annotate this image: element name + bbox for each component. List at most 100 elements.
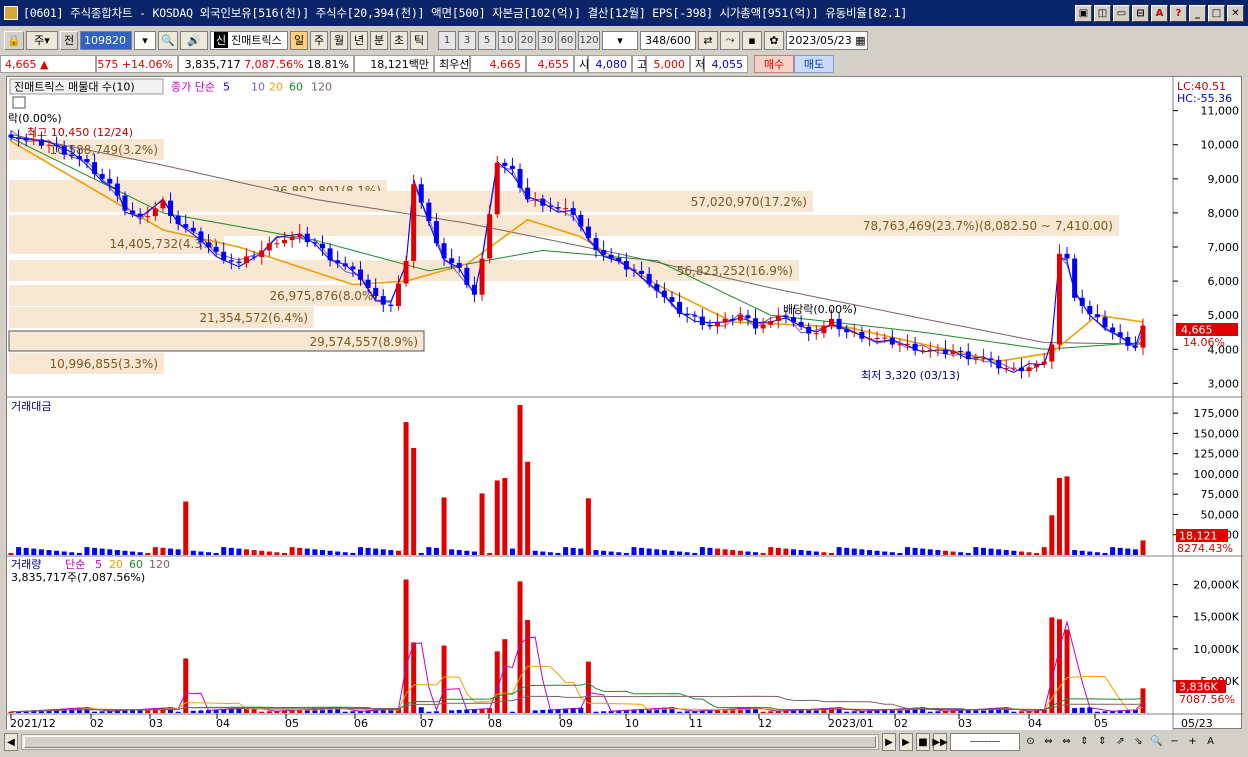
interval-5[interactable]: 5 xyxy=(478,30,496,50)
interval-select[interactable]: ▾ xyxy=(602,30,638,50)
month-label: 2021/12 xyxy=(10,717,56,730)
amount-bar xyxy=(806,550,812,555)
buy-button[interactable]: 매수 xyxy=(754,55,794,73)
volume-bar xyxy=(1140,688,1146,713)
fast-forward-icon[interactable]: ▶▶ xyxy=(932,733,948,751)
candle-body xyxy=(616,257,622,261)
tool-c-icon[interactable]: ⇕ xyxy=(1077,734,1092,750)
scroll-thumb[interactable] xyxy=(24,736,876,748)
count-field[interactable]: 348/600 xyxy=(640,30,696,50)
maximize-button[interactable]: □ xyxy=(1208,4,1225,22)
period-minute-tab[interactable]: 분 xyxy=(370,30,388,50)
minimize-panel-icon[interactable]: ⊟ xyxy=(1132,4,1149,22)
candle-body xyxy=(874,338,880,340)
code-dropdown-icon[interactable]: ▾ xyxy=(134,30,156,50)
month-label: 2023/01 xyxy=(828,717,874,730)
date-input[interactable]: 2023/05/23 ▦ xyxy=(786,30,868,50)
period-tick-tab[interactable]: 틱 xyxy=(410,30,428,50)
amount-bar xyxy=(8,552,14,555)
speaker-icon[interactable]: 🔊 xyxy=(180,30,208,50)
amount-bar xyxy=(699,547,705,555)
amount-bar xyxy=(137,552,143,555)
font-size-icon[interactable]: A xyxy=(1203,734,1218,750)
close-button[interactable]: ✕ xyxy=(1227,4,1244,22)
interval-120[interactable]: 120 xyxy=(578,30,600,50)
volume-bar xyxy=(935,711,941,713)
tool-e-icon[interactable]: ⇗ xyxy=(1113,734,1128,750)
interval-3[interactable]: 3 xyxy=(458,30,476,50)
volume-profile-label: 10,996,855(3.3%) xyxy=(49,357,158,371)
speed-slider[interactable]: ┄┄┄┄┄ xyxy=(950,733,1020,751)
amount-bar xyxy=(38,549,44,555)
stop-icon[interactable]: ■ xyxy=(916,733,930,751)
amount-axis-label: 50,000 xyxy=(1201,508,1240,521)
candle-body xyxy=(768,320,774,325)
settings-icon[interactable]: ✿ xyxy=(764,30,784,50)
period-week-tab[interactable]: 주 xyxy=(310,30,328,50)
search-icon[interactable]: 🔍 xyxy=(158,30,178,50)
refresh-icon[interactable]: ⇄ xyxy=(698,30,718,50)
chart-svg[interactable]: 10,588,749(3.2%)26,892,801(8.1%)57,020,9… xyxy=(7,77,1243,730)
zoom-out-icon[interactable]: − xyxy=(1167,734,1182,750)
play-icon[interactable]: ▶ xyxy=(899,733,913,751)
scroll-left-icon[interactable]: ◀ xyxy=(4,733,18,751)
candle-body xyxy=(342,263,348,267)
candle-body xyxy=(654,284,660,291)
candle-body xyxy=(912,343,918,351)
interval-60[interactable]: 60 xyxy=(558,30,576,50)
volume-current-pct: 7087.56% xyxy=(1179,693,1235,706)
save-icon[interactable]: ▪ xyxy=(742,30,762,50)
chart-area[interactable]: 10,588,749(3.2%)26,892,801(8.1%)57,020,9… xyxy=(6,76,1243,730)
tool-b-icon[interactable]: ⇔ xyxy=(1059,734,1074,750)
period-day-tab[interactable]: 일 xyxy=(290,30,308,50)
volume-bar xyxy=(1064,629,1070,713)
amount-bar xyxy=(297,547,303,555)
zoom-icon[interactable]: ⊙ xyxy=(1023,734,1038,750)
tool-a-icon[interactable]: ⇔ xyxy=(1041,734,1056,750)
amount-bar xyxy=(206,552,212,555)
indicator-icon[interactable]: ⤳ xyxy=(720,30,740,50)
lock-icon[interactable]: 🔒 xyxy=(4,30,24,50)
help-icon[interactable]: ? xyxy=(1170,4,1187,22)
interval-20[interactable]: 20 xyxy=(518,30,536,50)
candle-body xyxy=(965,351,971,360)
interval-1[interactable]: 1 xyxy=(438,30,456,50)
search-zoom-icon[interactable]: 🔍 xyxy=(1149,734,1164,750)
volume-bar xyxy=(509,711,515,713)
market-select[interactable]: 주 ▾ xyxy=(26,30,58,50)
stock-code-input[interactable]: 109820 xyxy=(80,30,132,50)
chart-scrollbar[interactable] xyxy=(21,734,879,750)
interval-30[interactable]: 30 xyxy=(538,30,556,50)
font-icon[interactable]: A xyxy=(1151,4,1168,22)
layout-icon[interactable]: ▭ xyxy=(1113,4,1130,22)
amount-bar xyxy=(411,448,417,555)
grid-toggle-icon[interactable] xyxy=(12,96,26,109)
period-second-tab[interactable]: 초 xyxy=(390,30,408,50)
zoom-in-icon[interactable]: + xyxy=(1185,734,1200,750)
candle-body xyxy=(236,261,242,264)
candle-body xyxy=(1026,367,1032,372)
candle-body xyxy=(578,214,584,227)
sell-button[interactable]: 매도 xyxy=(794,55,834,73)
minimize-button[interactable]: _ xyxy=(1189,4,1206,22)
best-quote-label: 최우선 xyxy=(434,55,470,73)
interval-10[interactable]: 10 xyxy=(498,30,516,50)
split-icon[interactable]: ◫ xyxy=(1094,4,1111,22)
period-year-tab[interactable]: 년 xyxy=(350,30,368,50)
tool-d-icon[interactable]: ⇕ xyxy=(1095,734,1110,750)
period-month-tab[interactable]: 월 xyxy=(330,30,348,50)
candle-body xyxy=(1034,364,1040,368)
link-icon[interactable]: ▣ xyxy=(1075,4,1092,22)
volume-bar xyxy=(593,711,599,713)
amount-bar xyxy=(973,547,979,555)
prev-button[interactable]: 전 xyxy=(60,30,78,50)
amount-bar xyxy=(494,480,500,555)
amount-bar xyxy=(335,551,341,555)
amount-bar xyxy=(760,552,766,555)
amount-bar xyxy=(312,549,318,555)
candle-body xyxy=(563,208,569,210)
scroll-right-icon[interactable]: ▶ xyxy=(882,733,896,751)
stock-name-field[interactable]: 신 진매트릭스 xyxy=(210,30,288,50)
tool-f-icon[interactable]: ⇘ xyxy=(1131,734,1146,750)
ma20-legend: 20 xyxy=(269,81,283,94)
